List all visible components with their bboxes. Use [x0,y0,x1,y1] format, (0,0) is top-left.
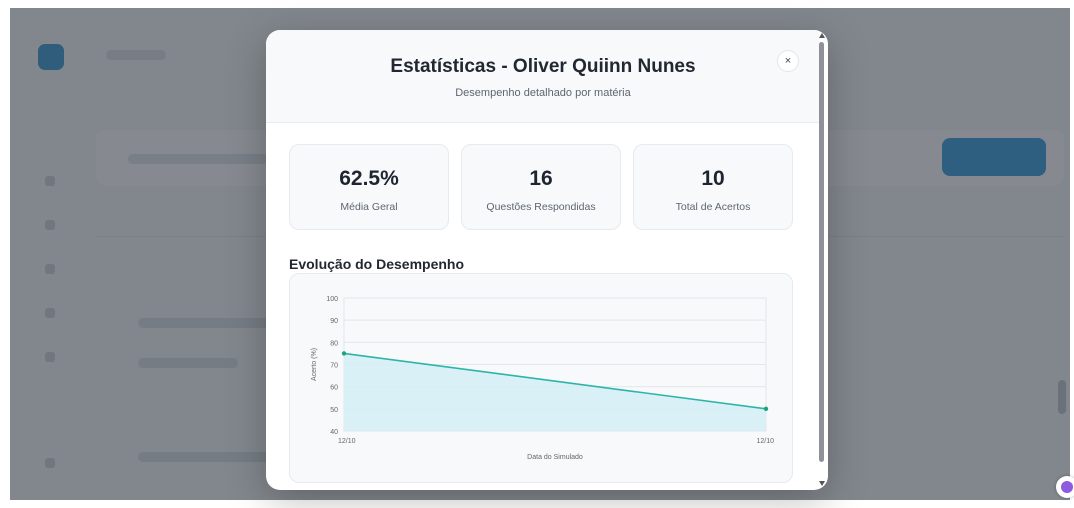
x-axis-label: Data do Simulado [527,454,583,461]
scroll-thumb[interactable] [819,42,824,462]
y-tick-label: 60 [330,385,338,392]
modal-title: Estatísticas - Oliver Quiinn Nunes [390,56,696,77]
y-tick-label: 100 [326,296,338,303]
stat-label: Total de Acertos [675,201,751,213]
stat-label: Questões Respondidas [486,201,596,213]
y-tick-label: 70 [330,363,338,370]
stat-label: Média Geral [340,201,398,213]
scroll-down-arrow-icon[interactable] [819,481,825,486]
y-tick-label: 90 [330,318,338,325]
x-tick-label: 12/10 [338,438,356,445]
stat-card-answered: 16 Questões Respondidas [461,144,621,230]
x-tick-label: 12/10 [756,438,774,445]
stat-value: 10 [701,167,725,190]
y-axis-label: Acerto (%) [311,348,318,381]
series-area [344,353,766,431]
stat-value: 16 [529,167,553,190]
statistics-modal: Estatísticas - Oliver Quiinn Nunes Desem… [266,30,828,490]
close-button[interactable]: × [777,50,799,72]
y-tick-label: 50 [330,407,338,414]
modal-header: Estatísticas - Oliver Quiinn Nunes Desem… [266,30,820,123]
performance-chart-card: 40 50 60 70 80 90 100 12/10 12/10 Data do Simulad… [289,273,793,483]
y-tick-label: 40 [330,429,338,436]
stat-card-correct: 10 Total de Acertos [633,144,793,230]
modal-scrollbar[interactable] [817,30,828,490]
help-fab-button[interactable] [1056,476,1074,498]
section-title: Evolução do Desempenho [289,256,465,272]
y-tick-label: 80 [330,340,338,347]
data-point [341,351,347,356]
scroll-up-arrow-icon[interactable] [819,33,825,38]
data-point [763,406,769,412]
stat-value: 62.5% [339,167,399,190]
help-icon [1061,481,1073,493]
modal-subtitle: Desempenho detalhado por matéria [455,87,631,99]
stat-card-average: 62.5% Média Geral [289,144,449,230]
performance-chart: 40 50 60 70 80 90 100 12/10 12/10 Data do Simulad… [311,296,774,461]
